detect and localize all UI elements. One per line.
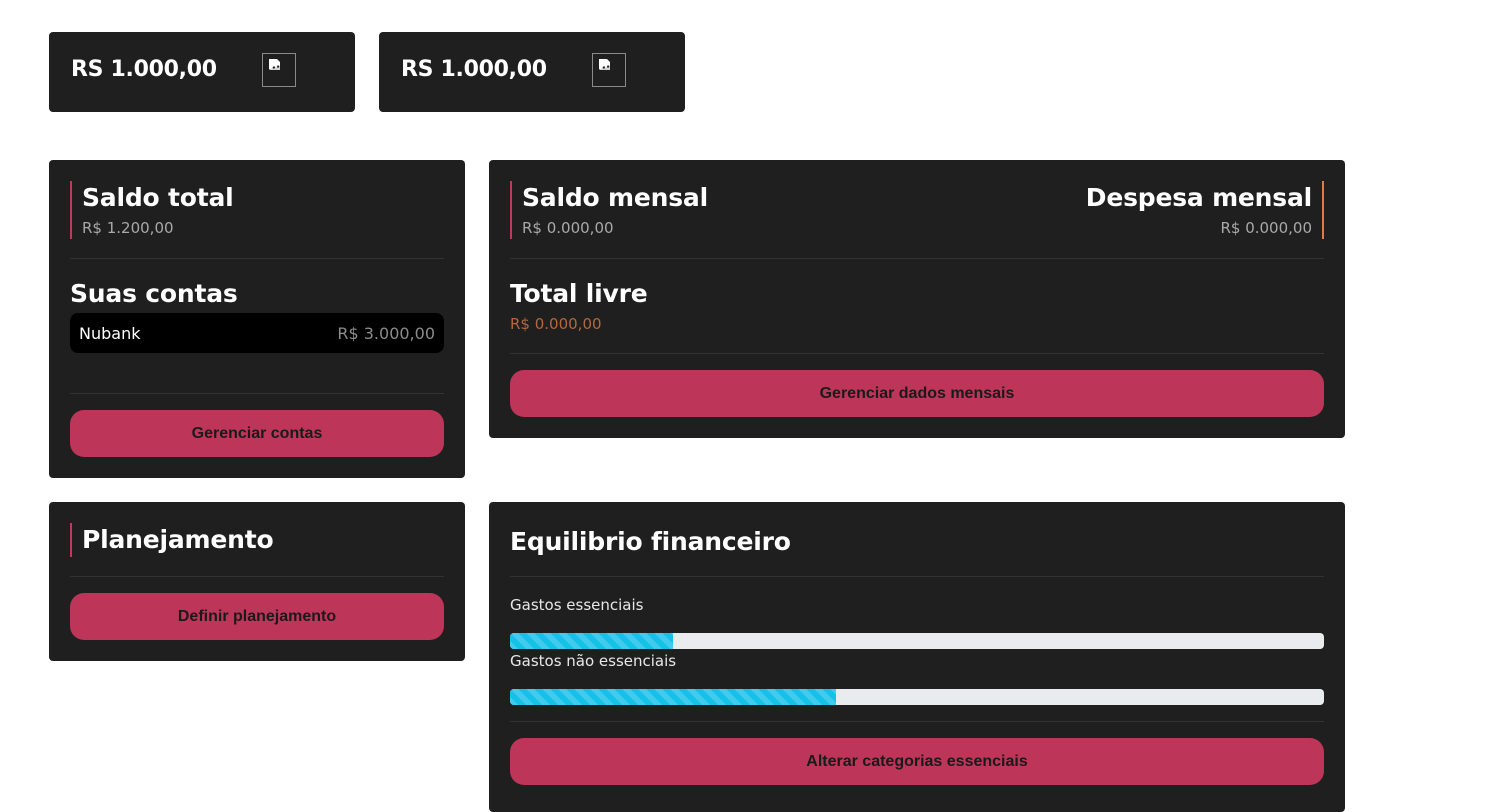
despesa-mensal-value: R$ 0.000,00 — [1220, 219, 1312, 237]
planning-header: Planejamento — [70, 523, 274, 557]
top-balance-amount: RS 1.000,00 — [401, 57, 547, 82]
saldo-total-header: Saldo total R$ 1.200,00 — [70, 181, 234, 239]
non-essential-label: Gastos não essenciais — [510, 652, 677, 670]
account-row[interactable]: Nubank R$ 3.000,00 — [70, 313, 444, 353]
define-planning-button[interactable]: Definir planejamento — [70, 593, 444, 640]
divider — [510, 576, 1324, 577]
change-essential-categories-button[interactable]: Alterar categorias essenciais — [510, 738, 1324, 785]
planning-title: Planejamento — [82, 525, 274, 554]
account-balance: R$ 3.000,00 — [337, 323, 435, 343]
essential-progress-fill — [510, 633, 673, 649]
total-livre-block: Total livre R$ 0.000,00 — [510, 277, 648, 335]
despesa-mensal-header: Despesa mensal R$ 0.000,00 — [1086, 181, 1324, 239]
accounts-title: Suas contas — [70, 279, 238, 308]
divider — [70, 576, 444, 577]
essential-progress — [510, 633, 1324, 649]
non-essential-progress-fill — [510, 689, 836, 705]
saldo-mensal-title: Saldo mensal — [522, 183, 708, 212]
saldo-mensal-value: R$ 0.000,00 — [522, 219, 614, 237]
despesa-mensal-title: Despesa mensal — [1085, 183, 1312, 212]
top-balance-amount: RS 1.000,00 — [71, 57, 217, 82]
planning-card: Planejamento Definir planejamento — [49, 502, 465, 661]
top-balance-card-2: RS 1.000,00 — [379, 32, 685, 112]
total-livre-title: Total livre — [510, 279, 648, 308]
broken-image-icon — [592, 53, 626, 87]
manage-accounts-button[interactable]: Gerenciar contas — [70, 410, 444, 457]
divider — [70, 258, 444, 259]
total-livre-value: R$ 0.000,00 — [510, 315, 602, 333]
divider — [510, 353, 1324, 354]
non-essential-progress — [510, 689, 1324, 705]
saldo-total-value: R$ 1.200,00 — [82, 219, 174, 237]
broken-image-icon — [262, 53, 296, 87]
divider — [510, 721, 1324, 722]
top-balance-card-1: RS 1.000,00 — [49, 32, 355, 112]
essential-label: Gastos essenciais — [510, 596, 644, 614]
financial-balance-card: Equilibrio financeiro Gastos essenciais … — [489, 502, 1345, 812]
saldo-mensal-header: Saldo mensal R$ 0.000,00 — [510, 181, 708, 239]
divider — [70, 393, 444, 394]
financial-balance-title: Equilibrio financeiro — [510, 527, 791, 556]
monthly-card: Saldo mensal R$ 0.000,00 Despesa mensal … — [489, 160, 1345, 438]
divider — [510, 258, 1324, 259]
account-name: Nubank — [79, 323, 141, 343]
saldo-total-title: Saldo total — [82, 183, 234, 212]
manage-monthly-button[interactable]: Gerenciar dados mensais — [510, 370, 1324, 417]
saldo-total-card: Saldo total R$ 1.200,00 Suas contas Nuba… — [49, 160, 465, 478]
